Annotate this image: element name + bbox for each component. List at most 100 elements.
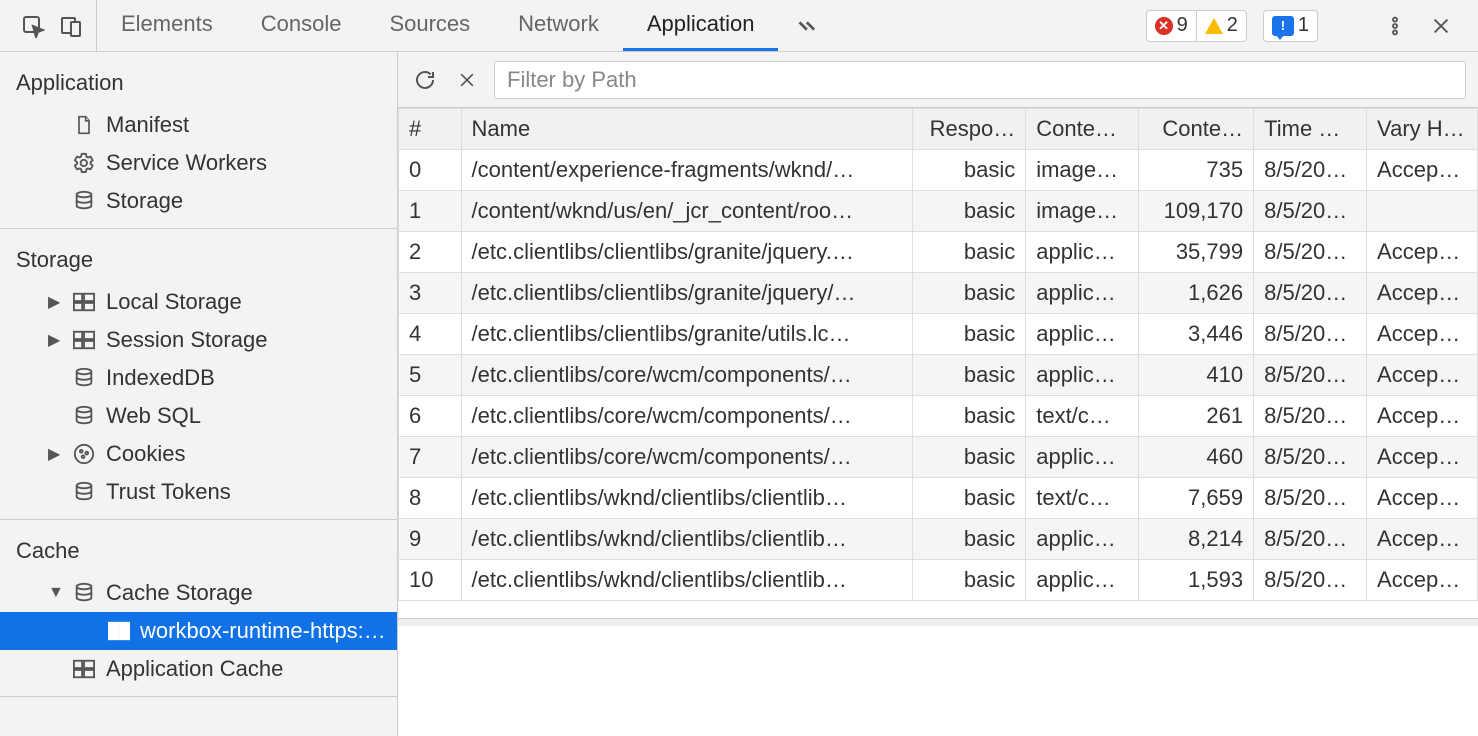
section-title: Storage [0,229,397,283]
cell-time: 8/5/20… [1254,519,1367,560]
refresh-icon[interactable] [410,65,440,95]
cell-type: applic… [1026,519,1139,560]
cell-len: 261 [1139,396,1254,437]
cell-name: /etc.clientlibs/wknd/clientlibs/clientli… [461,478,913,519]
cell-name: /etc.clientlibs/clientlibs/granite/jquer… [461,232,913,273]
col-header-response[interactable]: Respo… [913,109,1026,150]
sidebar-item[interactable]: Trust Tokens [0,473,397,511]
cache-toolbar [398,52,1478,108]
errors-count: 9 [1177,14,1188,37]
sidebar-item[interactable]: ▶Session Storage [0,321,397,359]
sidebar-item[interactable]: ▶ Local Storage [0,283,397,321]
cell-time: 8/5/20… [1254,560,1367,601]
cell-idx: 10 [399,560,462,601]
tab-sources[interactable]: Sources [365,0,494,51]
issues-badge[interactable]: ! 1 [1263,10,1318,42]
table-row[interactable]: 5/etc.clientlibs/core/wcm/components/…ba… [399,355,1478,396]
table-row[interactable]: 6/etc.clientlibs/core/wcm/components/…ba… [399,396,1478,437]
device-toggle-icon[interactable] [56,11,86,41]
database-icon [72,189,96,213]
sidebar-item-label: Local Storage [106,289,242,315]
table-header-row: # Name Respo… Conte… Conte… Time … Vary … [399,109,1478,150]
col-header-vary[interactable]: Vary H… [1367,109,1478,150]
topbar-right: ✕ 9 2 ! 1 [1146,0,1478,51]
tabs-overflow-icon[interactable] [778,0,832,51]
cell-type: text/c… [1026,478,1139,519]
expand-arrow-icon[interactable]: ▶ [48,444,62,464]
cell-time: 8/5/20… [1254,150,1367,191]
kebab-menu-icon[interactable] [1380,11,1410,41]
cell-idx: 3 [399,273,462,314]
cell-name: /etc.clientlibs/clientlibs/granite/utils… [461,314,913,355]
errors-segment[interactable]: ✕ 9 [1147,11,1196,41]
errors-warnings-badge[interactable]: ✕ 9 2 [1146,10,1247,42]
sidebar-item[interactable]: Manifest [0,106,397,144]
devtools-tabs: Elements Console Sources Network Applica… [97,0,1146,51]
table-row[interactable]: 10/etc.clientlibs/wknd/clientlibs/client… [399,560,1478,601]
col-header-index[interactable]: # [399,109,462,150]
col-header-time[interactable]: Time … [1254,109,1367,150]
warnings-segment[interactable]: 2 [1196,11,1246,41]
warning-icon [1205,18,1223,34]
sidebar-item-label: Cache Storage [106,580,253,606]
cell-resp: basic [913,232,1026,273]
inspect-icon[interactable] [18,11,48,41]
sidebar-item[interactable]: IndexedDB [0,359,397,397]
main-split: ApplicationManifestService WorkersStorag… [0,52,1478,736]
expand-arrow-icon[interactable]: ▶ [48,292,62,312]
expand-arrow-icon[interactable]: ▶ [48,330,62,350]
sidebar-item[interactable]: Service Workers [0,144,397,182]
col-header-content-length[interactable]: Conte… [1139,109,1254,150]
table-row[interactable]: 1/content/wknd/us/en/_jcr_content/roo…ba… [399,191,1478,232]
sidebar-item[interactable]: ▶Cookies [0,435,397,473]
cache-table: # Name Respo… Conte… Conte… Time … Vary … [398,108,1478,601]
cell-len: 3,446 [1139,314,1254,355]
clear-icon[interactable] [452,65,482,95]
issues-icon: ! [1272,16,1294,36]
col-header-name[interactable]: Name [461,109,913,150]
cell-resp: basic [913,478,1026,519]
table-row[interactable]: 8/etc.clientlibs/wknd/clientlibs/clientl… [399,478,1478,519]
cell-name: /etc.clientlibs/core/wcm/components/… [461,437,913,478]
sidebar-item[interactable]: workbox-runtime-https://pu [0,612,397,650]
settings-icon[interactable] [1334,11,1364,41]
table-row[interactable]: 9/etc.clientlibs/wknd/clientlibs/clientl… [399,519,1478,560]
cell-time: 8/5/20… [1254,273,1367,314]
tab-console[interactable]: Console [237,0,366,51]
cell-type: text/c… [1026,396,1139,437]
sidebar-item[interactable]: ▼ Cache Storage [0,574,397,612]
tab-elements[interactable]: Elements [97,0,237,51]
expand-arrow-icon[interactable]: ▼ [48,584,62,602]
cell-time: 8/5/20… [1254,191,1367,232]
grid-icon [107,619,130,643]
splitter[interactable] [398,618,1478,626]
cache-table-wrap[interactable]: # Name Respo… Conte… Conte… Time … Vary … [398,108,1478,618]
table-row[interactable]: 3/etc.clientlibs/clientlibs/granite/jque… [399,273,1478,314]
cell-time: 8/5/20… [1254,355,1367,396]
grid-icon [72,290,96,314]
sidebar-item[interactable]: Storage [0,182,397,220]
cell-len: 1,593 [1139,560,1254,601]
cell-name: /etc.clientlibs/wknd/clientlibs/clientli… [461,519,913,560]
filter-input[interactable] [494,61,1466,99]
cell-len: 735 [1139,150,1254,191]
cell-len: 35,799 [1139,232,1254,273]
cookie-icon [72,442,96,466]
tab-application[interactable]: Application [623,0,779,51]
cell-vary: Accep… [1367,150,1478,191]
sidebar-item-label: Manifest [106,112,189,138]
col-header-content-type[interactable]: Conte… [1026,109,1139,150]
tab-network[interactable]: Network [494,0,623,51]
cell-vary [1367,191,1478,232]
table-row[interactable]: 7/etc.clientlibs/core/wcm/components/…ba… [399,437,1478,478]
sidebar-item[interactable]: Web SQL [0,397,397,435]
cell-time: 8/5/20… [1254,396,1367,437]
gear-icon [72,151,96,175]
table-row[interactable]: 2/etc.clientlibs/clientlibs/granite/jque… [399,232,1478,273]
close-devtools-icon[interactable] [1426,11,1456,41]
cell-vary: Accep… [1367,273,1478,314]
cache-table-body: 0/content/experience-fragments/wknd/…bas… [399,150,1478,601]
table-row[interactable]: 0/content/experience-fragments/wknd/…bas… [399,150,1478,191]
table-row[interactable]: 4/etc.clientlibs/clientlibs/granite/util… [399,314,1478,355]
sidebar-item[interactable]: Application Cache [0,650,397,688]
